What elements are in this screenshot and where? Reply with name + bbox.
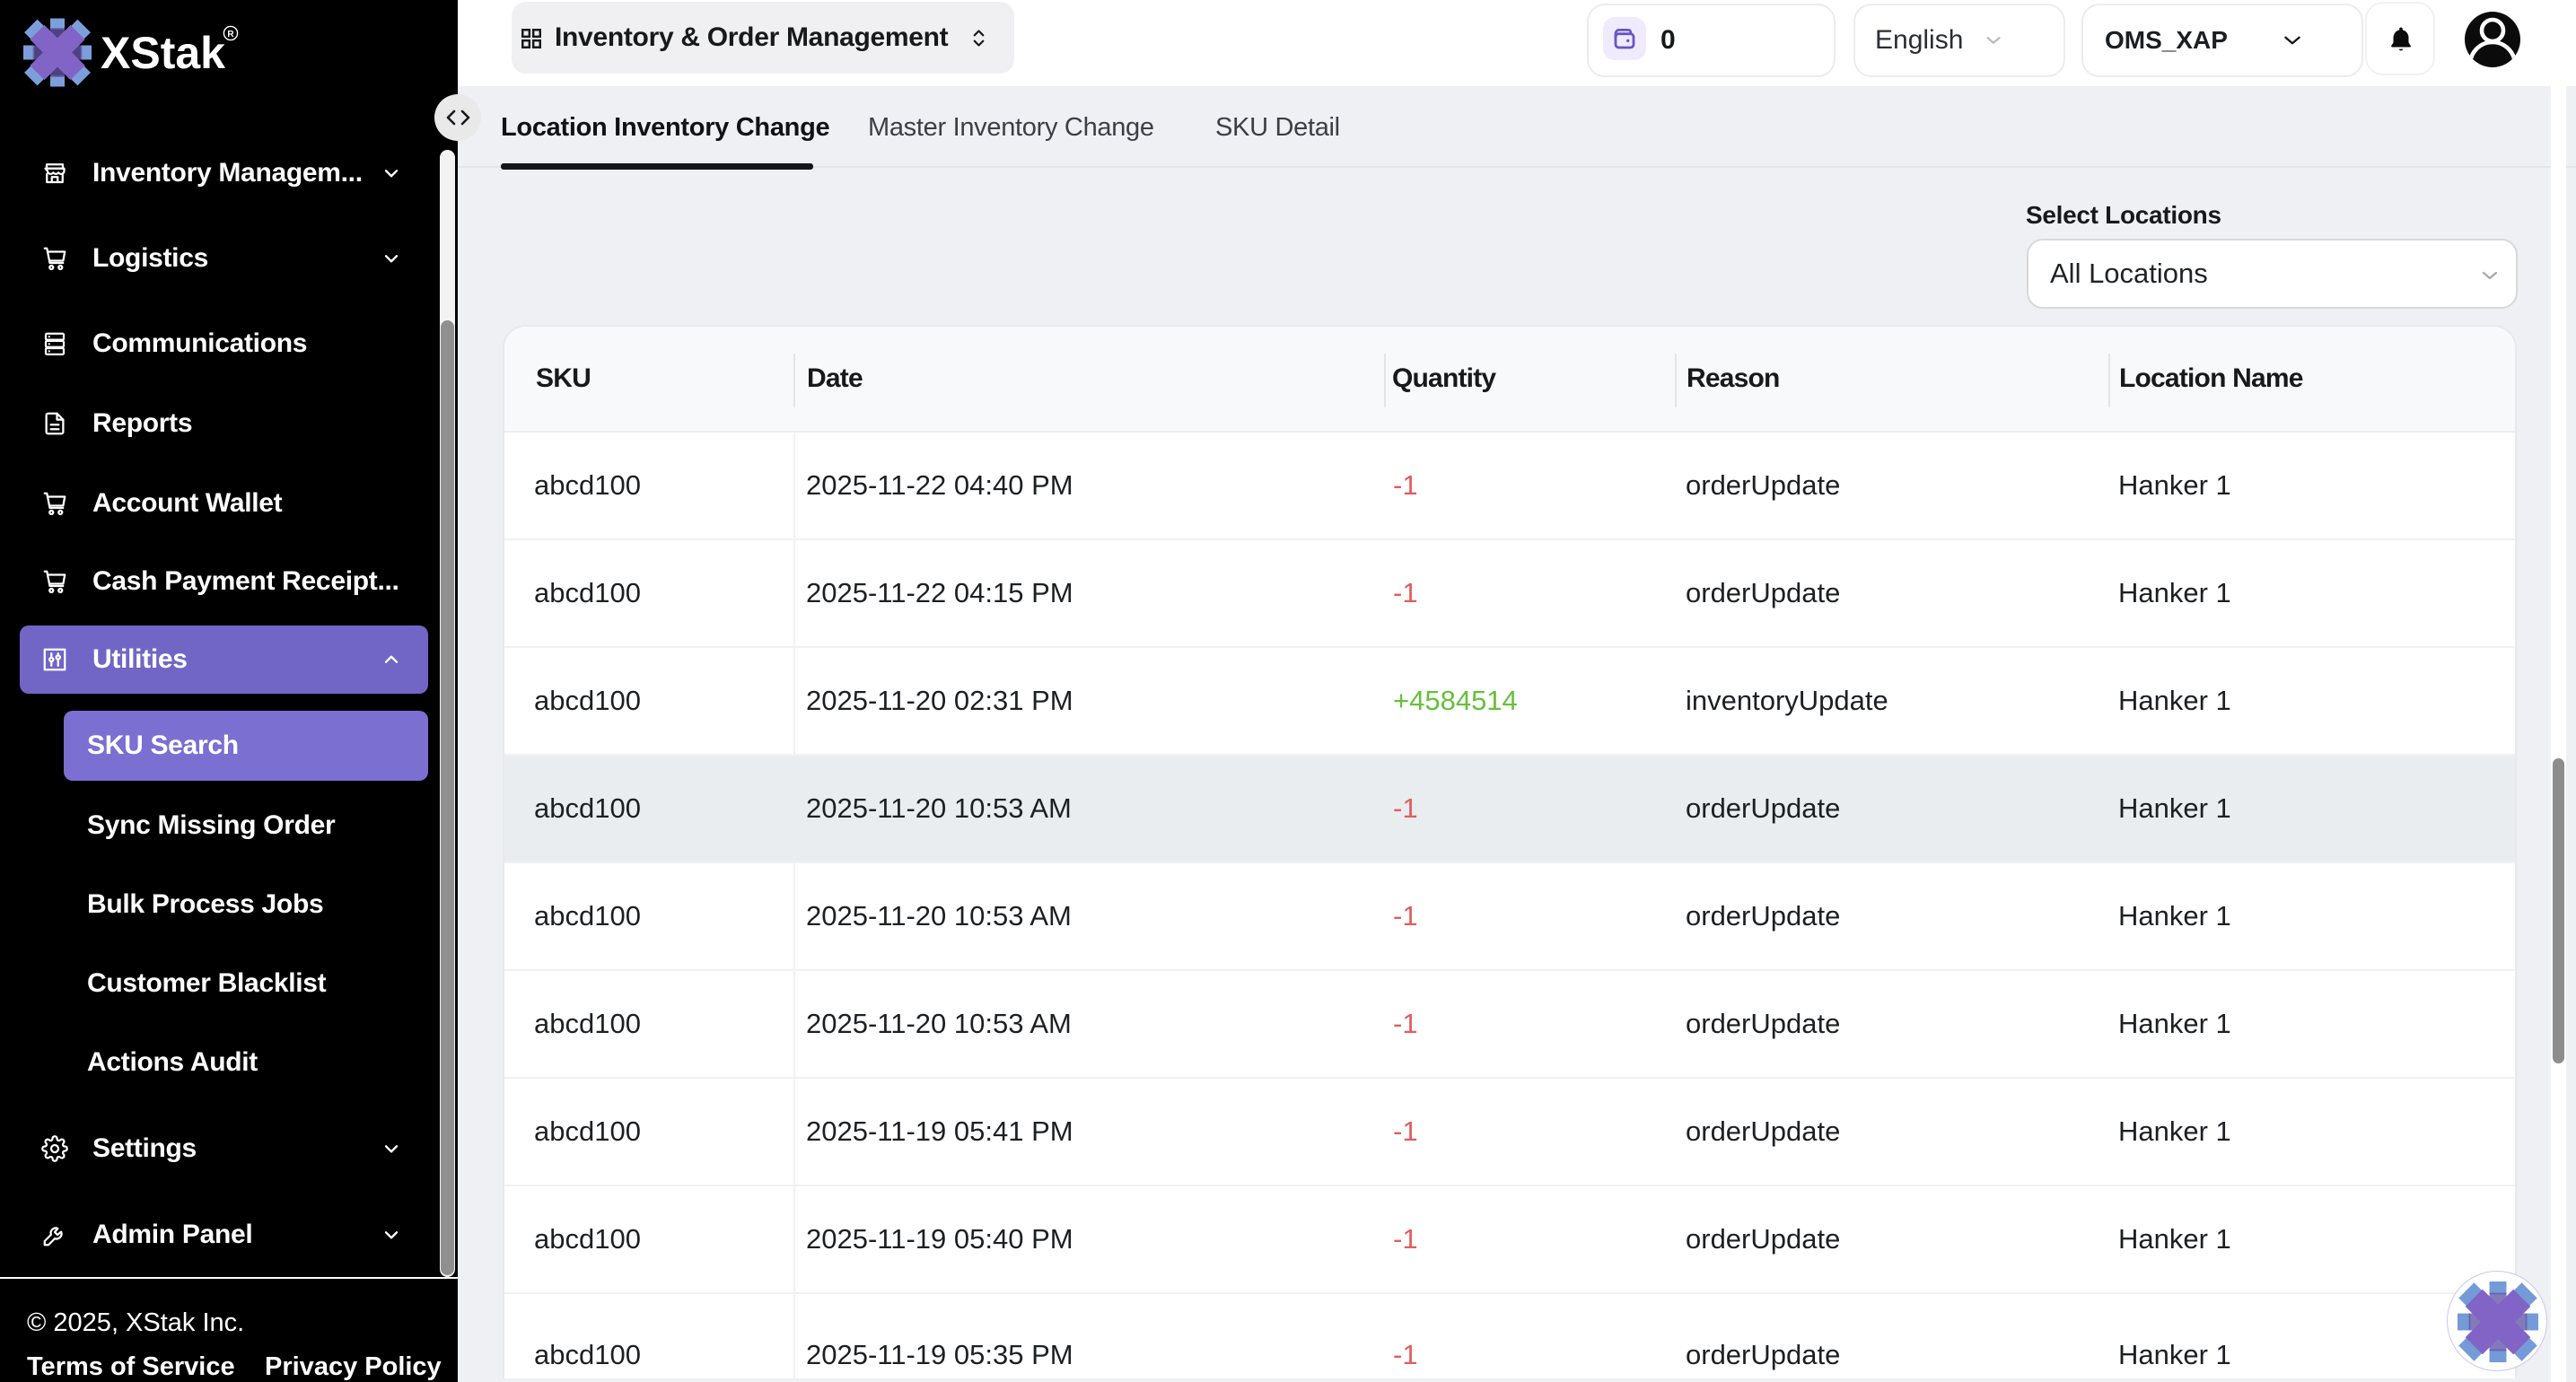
- svg-text:R: R: [227, 30, 234, 39]
